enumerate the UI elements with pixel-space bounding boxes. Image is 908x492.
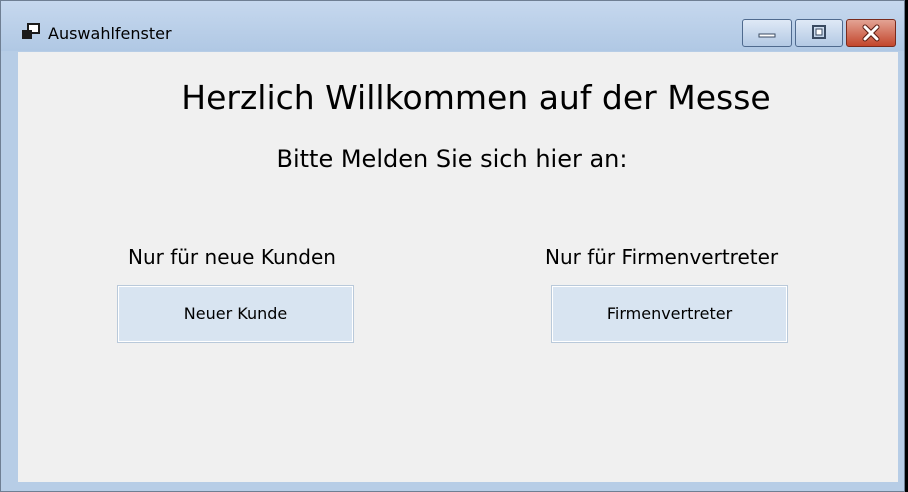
- welcome-heading: Herzlich Willkommen auf der Messe: [181, 78, 771, 117]
- company-rep-label: Nur für Firmenvertreter: [545, 245, 779, 269]
- new-customer-button[interactable]: Neuer Kunde: [117, 285, 354, 343]
- new-customer-label: Nur für neue Kunden: [128, 245, 336, 269]
- close-icon: [862, 24, 880, 42]
- company-rep-button[interactable]: Firmenvertreter: [551, 285, 788, 343]
- app-icon: [21, 23, 41, 41]
- login-prompt: Bitte Melden Sie sich hier an:: [276, 145, 628, 173]
- maximize-button[interactable]: [795, 19, 843, 47]
- minimize-button[interactable]: [742, 19, 792, 47]
- window-title: Auswahlfenster: [48, 24, 172, 43]
- title-bar[interactable]: Auswahlfenster: [1, 1, 904, 51]
- maximize-icon: [812, 25, 826, 39]
- minimize-icon: [758, 33, 776, 38]
- client-area: Herzlich Willkommen auf der Messe Bitte …: [18, 52, 898, 482]
- window: Auswahlfenster Herzlich Willkommen auf d…: [0, 0, 905, 492]
- close-button[interactable]: [846, 19, 896, 47]
